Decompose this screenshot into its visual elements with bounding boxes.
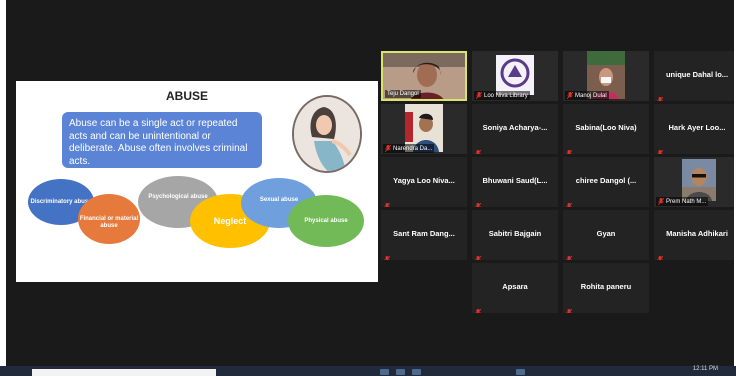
mic-muted-icon [657,250,664,260]
mic-muted-icon [475,144,482,154]
participant-tile[interactable]: Bhuwani Saud(L... [472,157,558,207]
participant-name: Soniya Acharya-... [482,123,548,132]
participant-tile[interactable]: chiree Dangol (... [563,157,649,207]
participant-name: Manoj Dulal [575,93,607,99]
mic-muted-icon [475,197,482,207]
mic-muted-icon [384,250,391,260]
mic-muted-icon [566,250,573,260]
participant-name-label: Prem Nath M... [656,196,709,206]
mic-muted-icon [475,250,482,260]
participant-name: Manisha Adhikari [666,229,728,238]
ellipse-financial: Financial or material abuse [78,194,140,244]
participant-tile[interactable]: Prem Nath M... [654,157,734,207]
taskbar-app-icon[interactable] [380,369,389,375]
taskbar-app-icon[interactable] [412,369,421,375]
participant-name: Teju Dangol [387,91,419,97]
mic-muted-icon [475,91,483,99]
participant-name: Bhuwani Saud(L... [482,176,548,185]
windows-taskbar: 12:11 PM [0,366,736,376]
participant-tile[interactable]: Sant Ram Dang... [381,210,467,260]
participant-tile[interactable]: Apsara [472,263,558,313]
participant-name: Sabitri Bajgain [488,229,542,238]
mic-muted-icon [657,197,665,205]
participant-tile[interactable]: Teju Dangol [381,51,467,101]
mic-muted-icon [384,197,391,207]
slide-definition-box: Abuse can be a single act or repeated ac… [62,112,262,168]
mic-muted-icon [566,91,574,99]
taskbar-app-icon[interactable] [516,369,525,375]
zoom-meeting-window: ABUSE Abuse can be a single act or repea… [6,0,734,368]
participant-name-label: Narendra Da... [383,143,435,153]
top-bar [6,0,734,22]
participant-name: Sant Ram Dang... [393,229,455,238]
participant-name: Prem Nath M... [666,199,707,205]
taskbar-search-box[interactable] [32,369,216,376]
participant-name: Yagya Loo Niva... [393,176,455,185]
mic-muted-icon [566,303,573,313]
participant-name: Gyan [596,229,616,238]
participant-name: Rohita paneru [580,282,632,291]
participant-tile[interactable]: Soniya Acharya-... [472,104,558,154]
mic-muted-icon [566,197,573,207]
participant-name: Hark Ayer Loo... [668,123,726,132]
mic-muted-icon [657,91,664,101]
participant-name: Loo Niva Library [484,93,528,99]
participant-name-label: Teju Dangol [385,90,421,98]
participant-name: Sabina(Loo Niva) [575,123,637,132]
participant-tile[interactable]: Gyan [563,210,649,260]
slide-title: ABUSE [166,89,209,103]
participant-name-label: Loo Niva Library [474,90,530,100]
participant-tile[interactable]: Sabina(Loo Niva) [563,104,649,154]
participant-tile[interactable]: Hark Ayer Loo... [654,104,734,154]
ellipse-physical: Physical abuse [288,195,364,247]
slide-illustration [292,95,362,173]
participant-tile[interactable]: Sabitri Bajgain [472,210,558,260]
participant-name: chiree Dangol (... [575,176,637,185]
mic-muted-icon [475,303,482,313]
participant-name: Narendra Da... [393,146,433,152]
participant-name-label: Manoj Dulal [565,90,609,100]
participant-tile[interactable]: Manisha Adhikari [654,210,734,260]
participant-tile[interactable]: Manoj Dulal [563,51,649,101]
taskbar-clock: 12:11 PM [692,366,718,372]
participant-tile[interactable]: Narendra Da... [381,104,467,154]
mic-muted-icon [657,144,664,154]
participant-name: unique Dahal lo... [665,70,729,79]
participant-tile[interactable]: Loo Niva Library [472,51,558,101]
mic-muted-icon [384,144,392,152]
participant-tile[interactable]: unique Dahal lo... [654,51,734,101]
shared-screen-slide: ABUSE Abuse can be a single act or repea… [16,81,378,282]
participant-tile[interactable]: Rohita paneru [563,263,649,313]
mic-muted-icon [566,144,573,154]
participant-name: Apsara [502,282,528,291]
participant-tile[interactable]: Yagya Loo Niva... [381,157,467,207]
taskbar-app-icon[interactable] [396,369,405,375]
